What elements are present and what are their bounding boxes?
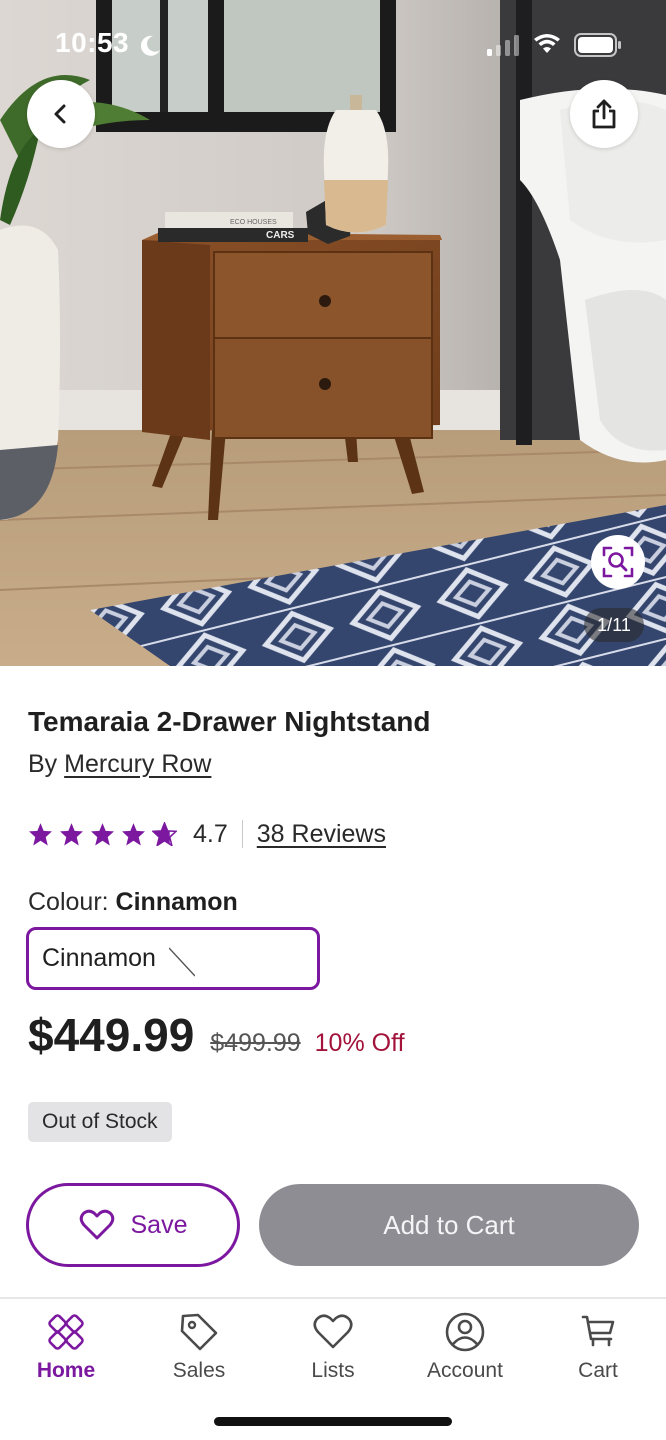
share-icon (592, 99, 616, 129)
star-icon (152, 822, 177, 846)
reviews-link[interactable]: 38 Reviews (257, 820, 386, 849)
tag-icon (180, 1313, 218, 1351)
tab-sales[interactable]: Sales (144, 1311, 254, 1383)
moon-icon (140, 35, 160, 56)
colour-value: Cinnamon (115, 888, 238, 916)
colour-option-label: Cinnamon (42, 944, 156, 972)
tab-label-cart: Cart (578, 1359, 618, 1382)
status-time: 10:53 (55, 27, 130, 58)
discount-label: 10% Off (314, 1029, 405, 1057)
status-bar: 10:53 (0, 0, 666, 90)
tab-account[interactable]: Account (410, 1311, 520, 1383)
tab-lists[interactable]: Lists (278, 1311, 388, 1383)
colour-label: Colour: (28, 888, 109, 916)
home-icon (48, 1314, 84, 1350)
book-spine-text: ECO HOUSES (230, 219, 277, 226)
back-arrow-icon (54, 104, 66, 124)
cart-icon (581, 1315, 615, 1347)
product-image-gallery[interactable]: ECO HOUSES CARS 10:53 1/11 (0, 0, 666, 666)
stock-status-badge: Out of Stock (28, 1102, 172, 1142)
brand-line: By Mercury Row (28, 750, 211, 779)
save-label: Save (130, 1210, 188, 1239)
star-icon (122, 823, 145, 846)
by-prefix: By (28, 750, 58, 778)
heart-icon (313, 1314, 353, 1349)
star-icon (60, 823, 83, 846)
tab-label-account: Account (427, 1359, 503, 1382)
product-title: Temaraia 2-Drawer Nightstand (28, 706, 431, 737)
add-to-cart-button[interactable]: Add to Cart (259, 1184, 639, 1266)
unavailable-slash-icon (169, 947, 195, 977)
tab-home[interactable]: Home (11, 1311, 121, 1383)
rating-divider (241, 820, 243, 848)
tab-label-lists: Lists (311, 1359, 355, 1382)
account-icon (445, 1312, 485, 1352)
brand-link[interactable]: Mercury Row (64, 750, 211, 778)
heart-icon (79, 1209, 114, 1240)
tab-cart[interactable]: Cart (543, 1311, 653, 1383)
home-indicator[interactable] (214, 1417, 452, 1426)
tab-label-home: Home (36, 1359, 96, 1382)
colour-selection-label: Colour: Cinnamon (28, 888, 238, 917)
price-row: $449.99 $499.99 10% Off (28, 1008, 405, 1068)
save-button[interactable]: Save (26, 1183, 240, 1267)
product-photo: ECO HOUSES CARS (0, 0, 666, 666)
tab-label-sales: Sales (172, 1359, 226, 1382)
star-icon (91, 823, 114, 846)
star-rating (28, 822, 177, 846)
back-button[interactable] (27, 80, 95, 148)
sale-price: $449.99 (28, 1009, 195, 1061)
image-counter: 1/11 (584, 608, 644, 642)
share-button[interactable] (570, 80, 638, 148)
visual-search-icon (602, 546, 634, 578)
rating-value: 4.7 (193, 819, 228, 848)
colour-option-cinnamon[interactable]: Cinnamon (26, 927, 320, 990)
battery-icon (574, 33, 621, 57)
book-cover-text: CARS (266, 230, 295, 241)
signal-icon (487, 35, 519, 56)
wifi-icon (534, 34, 560, 53)
rating-row[interactable]: 4.7 38 Reviews (28, 815, 386, 853)
original-price: $499.99 (210, 1029, 301, 1057)
star-icon (29, 823, 52, 846)
visual-search-button[interactable] (591, 535, 645, 589)
